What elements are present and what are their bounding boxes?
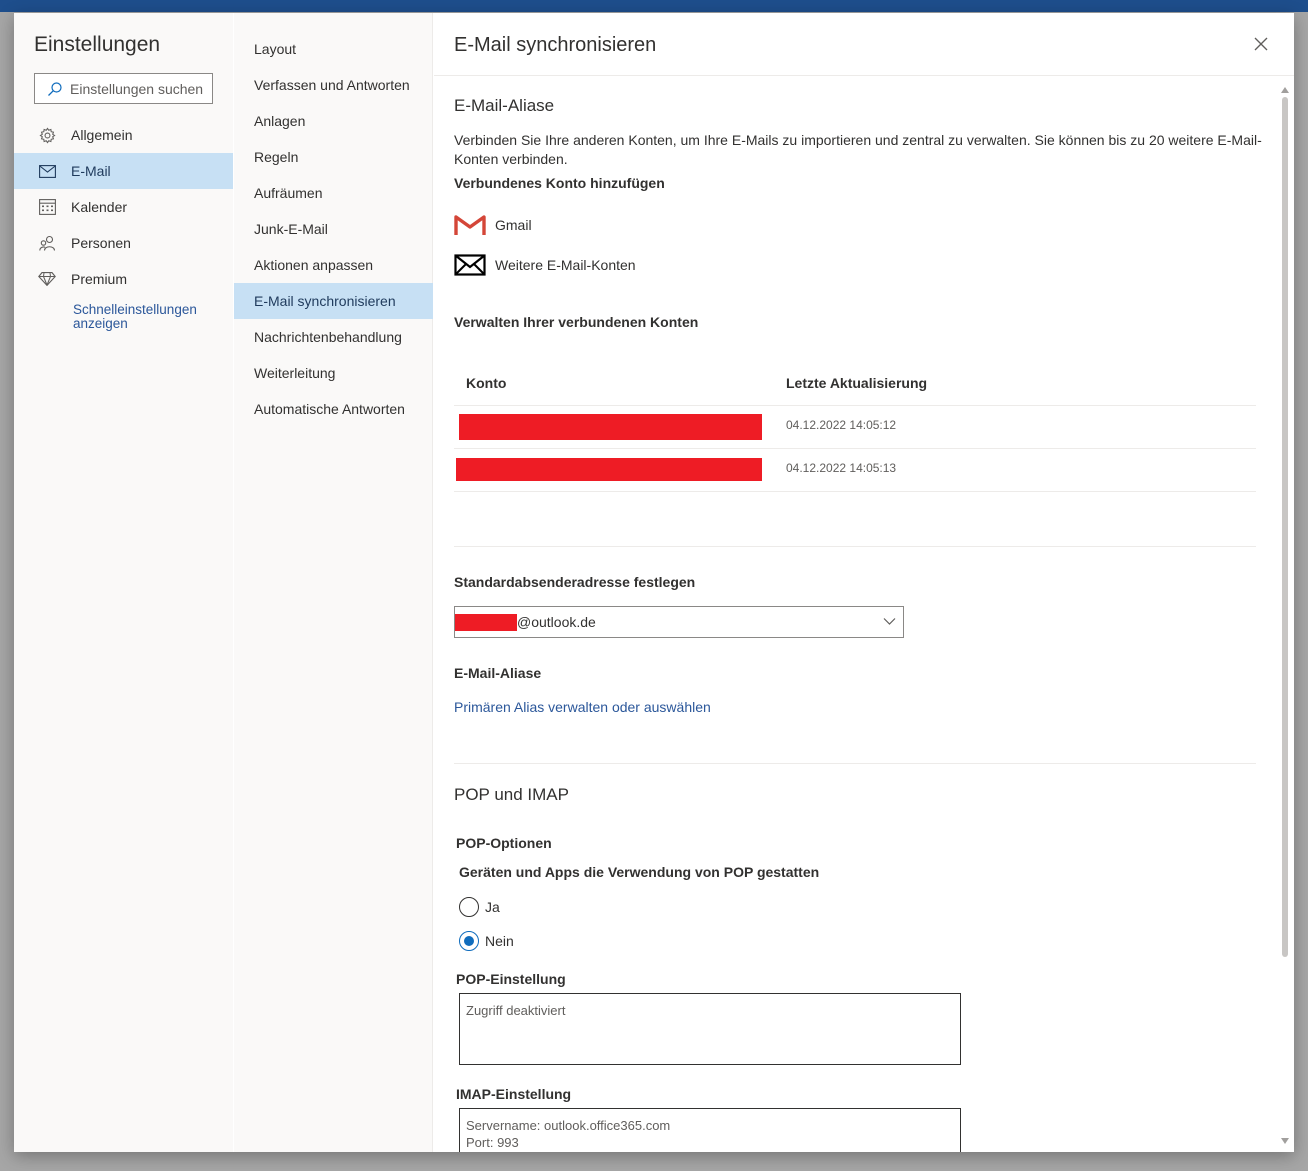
nav-item-label: Personen — [71, 235, 131, 251]
connect-accounts-description: Verbinden Sie Ihre anderen Konten, um Ih… — [454, 132, 1262, 167]
last-updated-cell: 04.12.2022 14:05:13 — [786, 461, 897, 475]
page-title: E-Mail synchronisieren — [454, 34, 657, 56]
subnav-item-forwarding[interactable]: Weiterleitung — [234, 355, 433, 391]
subnav-item-attachments[interactable]: Anlagen — [234, 103, 433, 139]
scroll-down-arrow-icon[interactable] — [1281, 1138, 1289, 1144]
pop-radio-yes[interactable]: Ja — [459, 897, 579, 919]
calendar-icon — [38, 198, 56, 216]
header-divider — [434, 75, 1294, 76]
scroll-up-arrow-icon[interactable] — [1281, 87, 1289, 93]
table-row[interactable]: 04.12.2022 14:05:12 — [454, 406, 1256, 448]
nav-item-personen[interactable]: Personen — [14, 225, 233, 261]
nav-item-label: E-Mail — [71, 163, 111, 179]
nav-item-kalender[interactable]: Kalender — [14, 189, 233, 225]
people-icon — [38, 234, 56, 252]
manage-primary-alias-link[interactable]: Primären Alias verwalten oder auswählen — [454, 699, 711, 715]
redacted-account — [456, 458, 762, 481]
gmail-label: Gmail — [495, 216, 532, 233]
subnav-item-rules[interactable]: Regeln — [234, 139, 433, 175]
radio-button[interactable] — [459, 931, 479, 951]
nav-item-label: Allgemein — [71, 127, 133, 143]
chevron-down-icon — [883, 618, 896, 625]
app-header-bar — [0, 0, 1308, 12]
subnav-item-junk-email[interactable]: Junk-E-Mail — [234, 211, 433, 247]
nav-item-premium[interactable]: Premium — [14, 261, 233, 297]
add-account-heading: Verbundenes Konto hinzufügen — [454, 175, 665, 191]
nav-item-email[interactable]: E-Mail — [14, 153, 233, 189]
redacted-username — [455, 614, 517, 631]
radio-button[interactable] — [459, 897, 479, 917]
table-row[interactable]: 04.12.2022 14:05:13 — [454, 449, 1256, 491]
radio-label: Nein — [485, 933, 514, 949]
mail-icon — [38, 162, 56, 180]
manage-accounts-heading: Verwalten Ihrer verbundenen Konten — [454, 314, 699, 330]
subnav-item-sync-email[interactable]: E-Mail synchronisieren — [234, 283, 433, 319]
pop-radio-no[interactable]: Nein — [459, 931, 579, 953]
pop-setting-heading: POP-Einstellung — [456, 971, 566, 987]
pop-setting-field[interactable]: Zugriff deaktiviert — [459, 993, 961, 1065]
nav-item-allgemein[interactable]: Allgemein — [14, 117, 233, 153]
pop-options-heading: POP-Optionen — [456, 835, 552, 851]
default-sender-value: @outlook.de — [517, 614, 596, 630]
aliases-section-heading: E-Mail-Aliase — [454, 96, 555, 115]
add-gmail-option[interactable]: Gmail — [454, 211, 654, 239]
last-updated-cell: 04.12.2022 14:05:12 — [786, 418, 897, 432]
close-icon[interactable] — [1252, 35, 1270, 53]
settings-search-input[interactable]: Einstellungen suchen — [34, 73, 213, 104]
settings-dialog: Einstellungen Einstellungen suchen Allge… — [14, 13, 1294, 1152]
settings-category-nav: Einstellungen Einstellungen suchen Allge… — [14, 13, 233, 1152]
pop-imap-heading: POP und IMAP — [454, 785, 569, 804]
nav-item-label: Premium — [71, 271, 128, 287]
subnav-item-auto-replies[interactable]: Automatische Antworten — [234, 391, 433, 427]
nav-item-label: Kalender — [71, 199, 128, 215]
email-subcategory-nav: Layout Verfassen und Antworten Anlagen R… — [234, 13, 433, 1152]
quick-settings-link[interactable]: Schnelleinstellungen anzeigen — [73, 303, 223, 331]
default-sender-dropdown[interactable]: @outlook.de — [454, 606, 904, 638]
imap-setting-heading: IMAP-Einstellung — [456, 1086, 572, 1102]
add-other-account-option[interactable]: Weitere E-Mail-Konten — [454, 251, 704, 279]
table-header-account: Konto — [466, 375, 507, 391]
table-header-last-updated: Letzte Aktualisierung — [786, 375, 928, 391]
radio-label: Ja — [485, 899, 500, 915]
settings-title: Einstellungen — [34, 33, 161, 56]
redacted-account — [459, 414, 762, 440]
diamond-icon — [38, 270, 56, 288]
section-divider — [454, 763, 1256, 764]
other-accounts-label: Weitere E-Mail-Konten — [495, 256, 636, 273]
imap-setting-field[interactable]: Servername: outlook.office365.com Port: … — [459, 1108, 961, 1152]
subnav-item-compose-reply[interactable]: Verfassen und Antworten — [234, 67, 433, 103]
section-divider — [454, 546, 1256, 547]
search-placeholder: Einstellungen suchen — [70, 80, 204, 97]
default-sender-heading: Standardabsenderadresse festlegen — [454, 574, 696, 590]
subnav-item-sweep[interactable]: Aufräumen — [234, 175, 433, 211]
gear-icon — [38, 126, 56, 144]
gmail-icon — [454, 215, 486, 235]
subnav-item-customize-actions[interactable]: Aktionen anpassen — [234, 247, 433, 283]
subnav-item-layout[interactable]: Layout — [234, 31, 433, 67]
sync-email-pane: E-Mail synchronisieren E-Mail-Aliase Ver… — [434, 13, 1294, 1152]
scrollbar-thumb[interactable] — [1282, 97, 1288, 957]
search-icon — [48, 81, 62, 96]
table-divider — [454, 491, 1256, 492]
alias-subheading: E-Mail-Aliase — [454, 665, 542, 681]
subnav-item-message-handling[interactable]: Nachrichtenbehandlung — [234, 319, 433, 355]
envelope-icon — [454, 254, 486, 276]
pop-question: Geräten und Apps die Verwendung von POP … — [459, 864, 820, 880]
